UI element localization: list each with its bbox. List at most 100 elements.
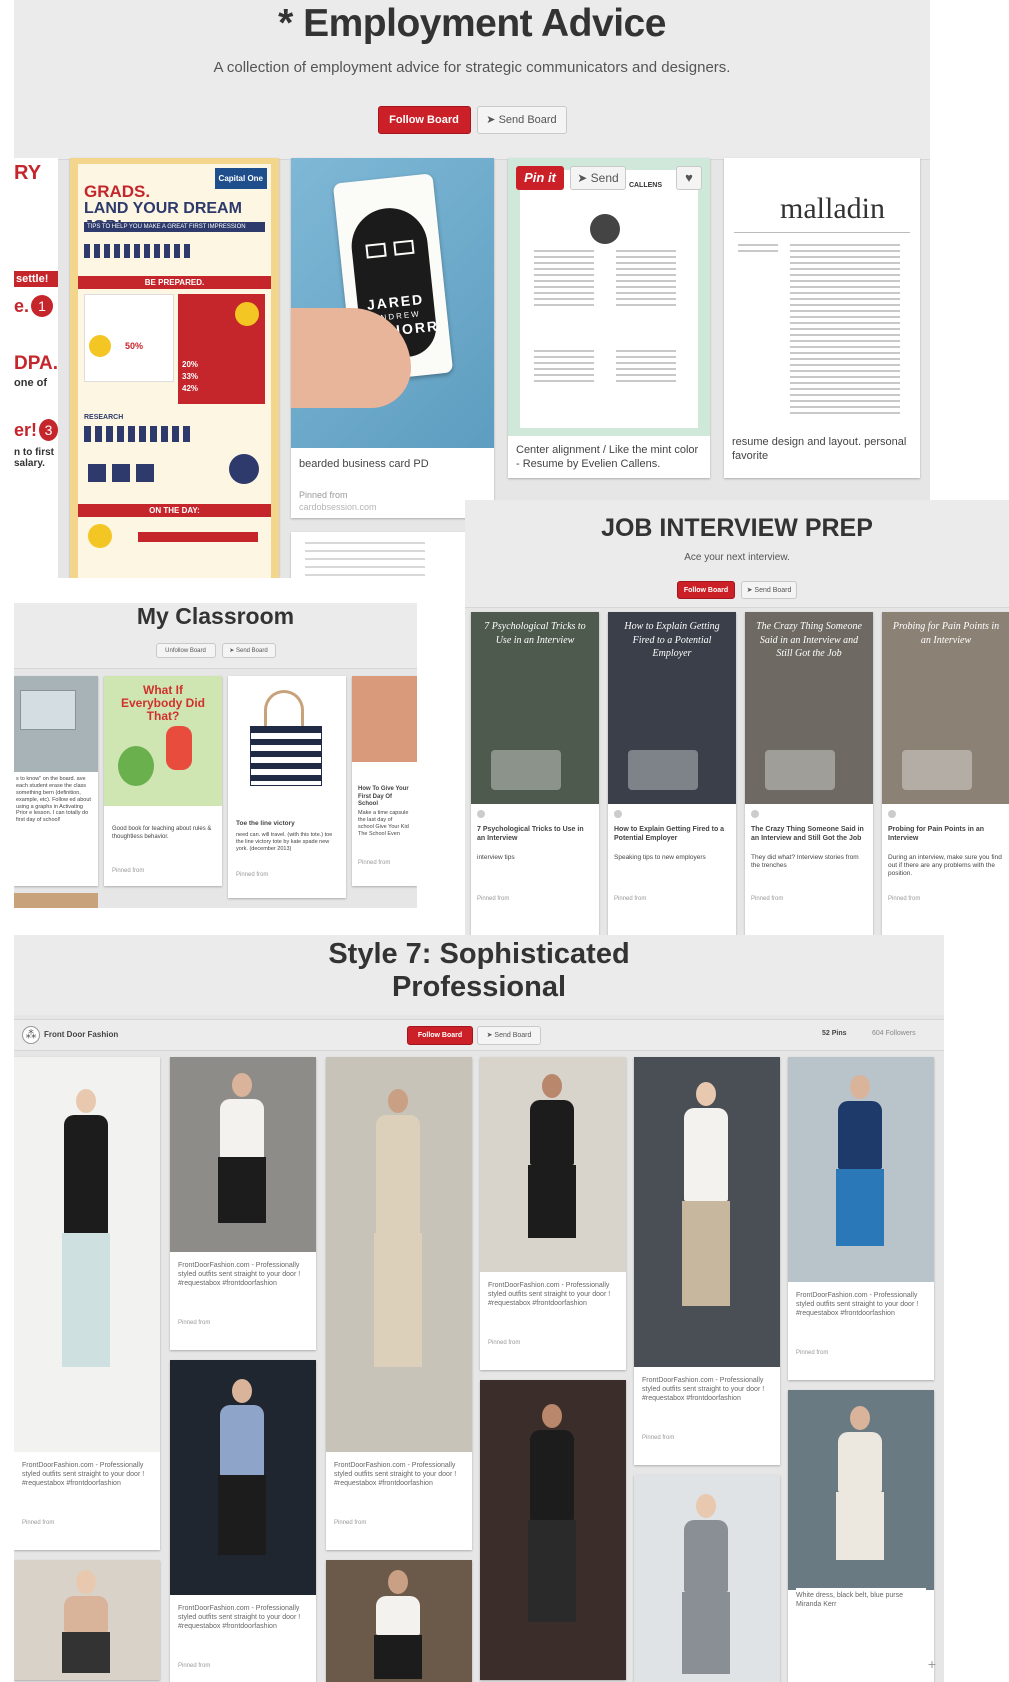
pin-outfit[interactable] [326, 1560, 472, 1682]
pinit-button[interactable]: Pin it [516, 166, 564, 190]
send-icon: ➤ [486, 114, 499, 126]
pinner-avatar [888, 810, 896, 818]
pin-business-card[interactable]: JARED ANDREW SCHORR bearded business car… [291, 158, 494, 518]
pin-caption: bearded business card PD [299, 458, 429, 470]
pin-image: How to Explain Getting Fired to a Potent… [608, 612, 736, 804]
follow-board-button[interactable]: Follow Board [677, 581, 735, 599]
model-bottom [218, 1157, 266, 1223]
send-board-button[interactable]: ➤ Send Board [741, 581, 797, 599]
pin-interview-article[interactable]: The Crazy Thing Someone Said in an Inter… [745, 612, 873, 942]
pin-detail: need can. will travel. (with this tote.)… [236, 832, 333, 852]
pin-caption: FrontDoorFashion.com - Professionally st… [642, 1377, 765, 1402]
unfollow-board-button[interactable]: Unfollow Board [155, 643, 216, 658]
send-board-button[interactable]: ➤ Send Board [477, 1026, 541, 1045]
pin-outfit[interactable] [634, 1475, 780, 1682]
model-bottom [528, 1520, 576, 1622]
model-top [530, 1430, 574, 1520]
send-board-button[interactable]: ➤ Send Board [221, 643, 276, 658]
pin-partial-left[interactable]: RY settle! e. 1 DPA. one of er! 3 n to f… [14, 158, 58, 578]
follow-board-button[interactable]: Follow Board [377, 106, 471, 134]
send-label: Send [590, 171, 619, 185]
pin-caption: How to Explain Getting Fired to a Potent… [614, 826, 725, 842]
pin-outfit[interactable]: FrontDoorFashion.com - Professionally st… [14, 1057, 160, 1550]
pin-image [170, 1057, 316, 1252]
pins-count[interactable]: 52 Pins [822, 1030, 847, 1037]
pin-outfit[interactable] [480, 1380, 626, 1680]
pin-outfit[interactable] [14, 1560, 160, 1680]
model-bottom [528, 1165, 576, 1238]
fragment-text: DPA. [14, 353, 58, 374]
pin-tote[interactable]: Toe the line victory need can. will trav… [228, 676, 346, 898]
pin-image [170, 1360, 316, 1595]
pin-outfit[interactable]: FrontDoorFashion.com - Professionally st… [480, 1057, 626, 1370]
board-description: A collection of employment advice for st… [213, 59, 731, 76]
model-top [220, 1099, 264, 1158]
pin-interview-article[interactable]: How to Explain Getting Fired to a Potent… [608, 612, 736, 942]
model-head [850, 1075, 870, 1099]
board-title-line2: Professional [391, 971, 567, 1003]
send-board-label: Send Board [494, 1032, 532, 1039]
pinned-from-label: Pinned from [358, 860, 391, 866]
board-owner[interactable]: Front Door Fashion [44, 1030, 118, 1039]
pinned-from-label: Pinned from [178, 1663, 211, 1669]
pin-outfit[interactable]: FrontDoorFashion.com - Professionally st… [326, 1057, 472, 1550]
heart-icon: ♥ [685, 170, 693, 185]
pin-image [480, 1380, 626, 1680]
pin-image: What If Everybody Did That? [104, 676, 222, 806]
pin-partial[interactable] [14, 893, 98, 908]
pin-first-day[interactable]: How To Give Your First Day Of School Mak… [352, 676, 417, 886]
pin-image [480, 1057, 626, 1272]
pin-image: Probing for Pain Points in an Interview [882, 612, 1009, 804]
follow-board-button[interactable]: Follow Board [407, 1026, 473, 1045]
send-pin-button[interactable]: ➤ Send [570, 166, 626, 190]
owner-avatar[interactable]: ⁂ [22, 1026, 40, 1044]
pin-image [634, 1475, 780, 1682]
model-top [64, 1596, 108, 1632]
pinned-from-label: Pinned from [477, 896, 510, 902]
pin-resume-callens[interactable]: CALLENS Pin it ➤ Send ♥ Center alignment… [508, 158, 710, 478]
fragment-number: 3 [39, 419, 58, 441]
pin-outfit[interactable]: FrontDoorFashion.com - Professionally st… [634, 1057, 780, 1465]
board-title: Style 7: Sophisticated [328, 938, 630, 970]
board-header: JOB INTERVIEW PREP Ace your next intervi… [465, 500, 1009, 608]
pin-resume-malladin[interactable]: malladin resume design and layout. perso… [724, 158, 920, 478]
pin-image [14, 1560, 160, 1680]
pin-infographic-capital-one[interactable]: Capital One GRADS. LAND YOUR DREAM JOB! … [70, 158, 279, 578]
pinned-from-label: Pinned from [236, 872, 269, 878]
send-board-button[interactable]: ➤ Send Board [476, 106, 567, 134]
model-head [232, 1379, 252, 1403]
stat: 42% [182, 384, 199, 393]
pin-partial[interactable] [291, 532, 494, 578]
pin-caption: FrontDoorFashion.com - Professionally st… [178, 1262, 301, 1287]
send-icon: ➤ [229, 648, 236, 654]
pin-overlay-text: How to Explain Getting Fired to a Potent… [624, 621, 720, 659]
pin-outfit[interactable]: FrontDoorFashion.com - Professionally st… [788, 1057, 934, 1380]
pin-image [788, 1057, 934, 1282]
pinned-from-label: Pinned from [888, 896, 921, 902]
pin-outfit[interactable]: FrontDoorFashion.com - Professionally st… [170, 1057, 316, 1350]
pin-classroom-board[interactable]: s to know" on the board. ave each studen… [14, 676, 98, 886]
board-title: JOB INTERVIEW PREP [601, 514, 873, 542]
pin-interview-article[interactable]: Probing for Pain Points in an Interview P… [882, 612, 1009, 942]
book-title: What If Everybody Did That? [120, 683, 206, 724]
model-bottom [836, 1492, 884, 1560]
model-bottom [62, 1632, 110, 1673]
pin-caption: White dress, black belt, blue purse Mira… [796, 1588, 926, 1610]
pin-caption: Toe the line victory [236, 820, 295, 827]
pin-outfit[interactable]: FrontDoorFashion.com - Professionally st… [170, 1360, 316, 1682]
pin-outfit[interactable]: White dress, black belt, blue purse Mira… [788, 1390, 934, 1682]
pin-overlay-text: 7 Psychological Tricks to Use in an Inte… [484, 621, 586, 646]
stat: 33% [182, 372, 199, 381]
model-head [542, 1074, 562, 1098]
followers-count[interactable]: 604 Followers [872, 1030, 916, 1037]
pin-interview-article[interactable]: 7 Psychological Tricks to Use in an Inte… [471, 612, 599, 942]
pin-book[interactable]: What If Everybody Did That? Good book fo… [104, 676, 222, 886]
pinned-from-label: Pinned from [751, 896, 784, 902]
pin-source[interactable]: cardobsession.com [299, 502, 377, 512]
model-head [542, 1404, 562, 1428]
add-icon[interactable]: + [928, 1656, 936, 1672]
like-button[interactable]: ♥ [676, 166, 702, 190]
model-top [684, 1108, 728, 1201]
board-header: My Classroom Unfollow Board ➤ Send Board [14, 603, 417, 669]
pin-detail: Speaking tips to new employers [614, 854, 706, 861]
